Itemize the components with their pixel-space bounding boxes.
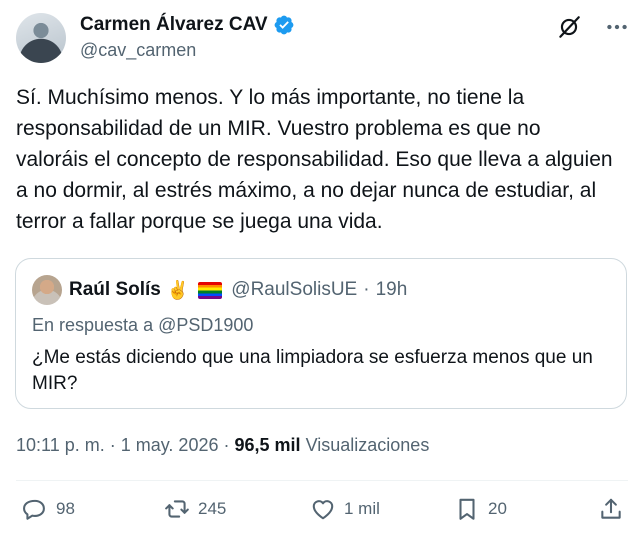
- grok-icon[interactable]: [556, 14, 582, 40]
- rainbow-flag-icon: [198, 281, 223, 299]
- verified-badge-icon: [274, 15, 294, 35]
- more-icon[interactable]: [604, 14, 630, 40]
- tweet-meta: 10:11 p. m. · 1 may. 2026 · 96,5 mil Vis…: [16, 435, 429, 456]
- quoted-text: ¿Me estás diciendo que una limpiadora se…: [32, 347, 593, 394]
- like-button[interactable]: 1 mil: [310, 496, 380, 522]
- views-label: Visualizaciones: [305, 435, 430, 455]
- reply-icon: [23, 499, 45, 520]
- quoted-header: Raúl Solís ✌️ @RaulSolisUE · 19h: [69, 279, 407, 301]
- like-count: 1 mil: [344, 499, 380, 518]
- reply-count: 98: [56, 499, 75, 518]
- like-icon: [312, 500, 334, 520]
- bookmark-button[interactable]: 20: [454, 496, 507, 522]
- victory-hand-emoji: ✌️: [166, 279, 190, 300]
- top-actions: [556, 14, 630, 40]
- author-display-name[interactable]: Carmen Álvarez CAV: [80, 14, 268, 36]
- repost-icon: [165, 500, 189, 518]
- author-handle[interactable]: @cav_carmen: [80, 40, 196, 61]
- quoted-author-name: Raúl Solís: [69, 279, 161, 300]
- share-button[interactable]: [598, 496, 624, 522]
- action-bar: 98 245 1 mil 20: [0, 496, 644, 530]
- bookmark-icon: [459, 498, 475, 520]
- divider: [16, 480, 628, 481]
- quoted-author-avatar: [32, 275, 62, 305]
- meta-separator: ·: [109, 435, 116, 455]
- author-avatar[interactable]: [16, 13, 66, 63]
- quoted-reply-to: En respuesta a @PSD1900: [32, 315, 254, 335]
- author-name-row: Carmen Álvarez CAV: [80, 14, 295, 36]
- bookmark-count: 20: [488, 499, 507, 518]
- repost-button[interactable]: 245: [164, 496, 226, 522]
- views-count: 96,5 mil: [234, 435, 301, 455]
- tweet-time[interactable]: 10:11 p. m.: [16, 435, 105, 455]
- tweet-text: Sí. Muchísimo menos. Y lo más importante…: [16, 86, 613, 233]
- quoted-author-handle: @RaulSolisUE: [231, 279, 358, 300]
- share-icon: [601, 498, 621, 519]
- tweet-date[interactable]: 1 may. 2026: [121, 435, 219, 455]
- quoted-time: 19h: [375, 279, 408, 300]
- meta-separator: ·: [223, 435, 230, 455]
- reply-button[interactable]: 98: [22, 496, 75, 522]
- quoted-separator: ·: [363, 279, 370, 300]
- quoted-tweet[interactable]: Raúl Solís ✌️ @RaulSolisUE · 19h En resp…: [15, 258, 627, 409]
- repost-count: 245: [198, 499, 227, 518]
